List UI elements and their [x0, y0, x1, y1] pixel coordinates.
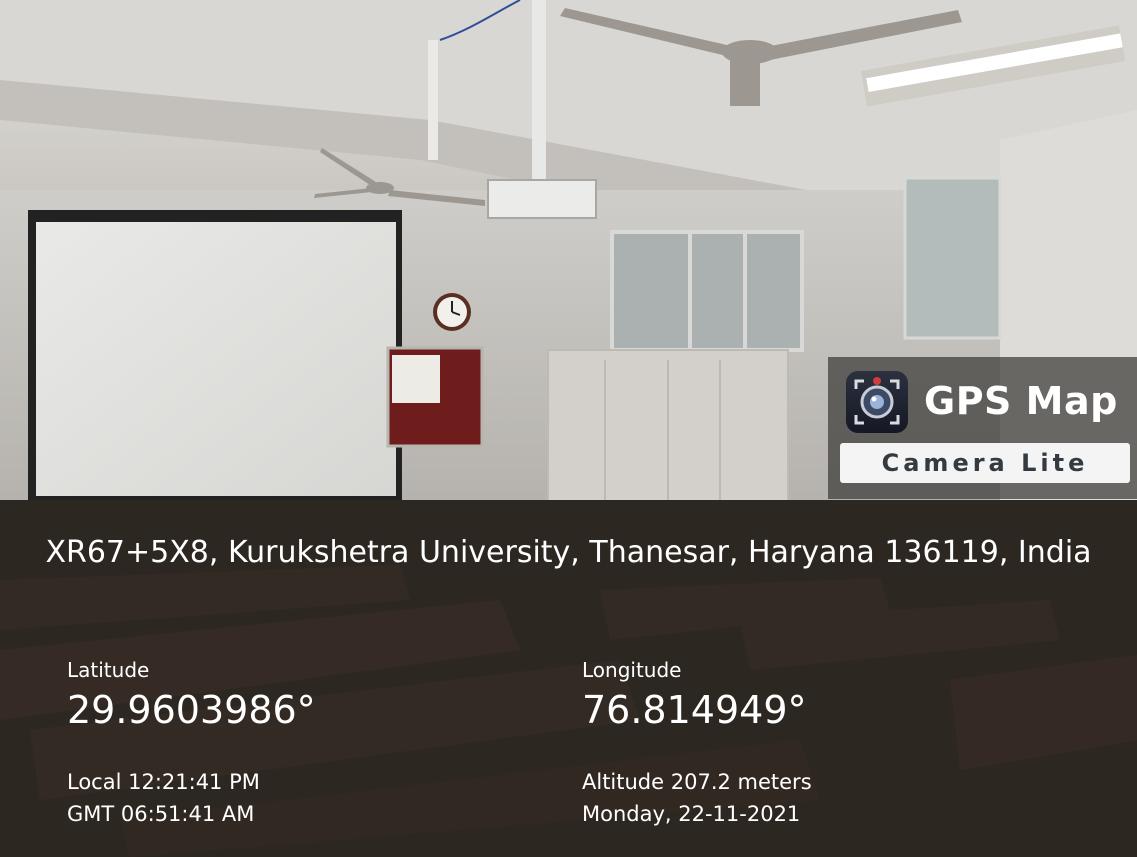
- gmt-time: GMT 06:51:41 AM: [67, 802, 255, 826]
- camera-lens-icon: [846, 371, 908, 433]
- longitude-value: 76.814949°: [582, 688, 807, 732]
- app-subtitle: Camera Lite: [840, 443, 1130, 483]
- altitude: Altitude 207.2 meters: [582, 770, 812, 794]
- location-info-panel: XR67+5X8, Kurukshetra University, Thanes…: [0, 500, 1137, 857]
- local-time: Local 12:21:41 PM: [67, 770, 260, 794]
- photo-frame: GPS Map Camera Lite XR67+5X8, Kurukshetr…: [0, 0, 1137, 857]
- app-title: GPS Map: [924, 379, 1118, 423]
- latitude-label: Latitude: [67, 658, 150, 682]
- app-watermark: GPS Map Camera Lite: [828, 357, 1137, 499]
- longitude-label: Longitude: [582, 658, 682, 682]
- latitude-value: 29.9603986°: [67, 688, 316, 732]
- address-text: XR67+5X8, Kurukshetra University, Thanes…: [45, 535, 1092, 570]
- date: Monday, 22-11-2021: [582, 802, 801, 826]
